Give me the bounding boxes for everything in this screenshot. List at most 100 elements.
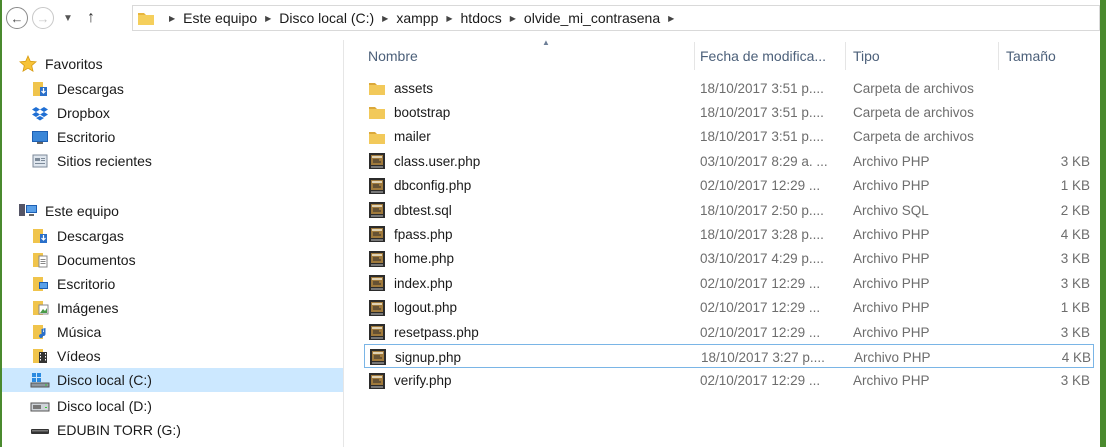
nav-este-equipo[interactable]: Este equipo	[18, 199, 340, 223]
column-header-name[interactable]: ▲ Nombre	[368, 38, 694, 72]
nav-pc-descargas[interactable]: Descargas	[30, 224, 340, 248]
file-name-cell[interactable]: bootstrap	[368, 100, 688, 124]
file-size: 3 KB	[1060, 324, 1090, 340]
table-row[interactable]: resetpass.php 02/10/2017 12:29 ... Archivo…	[364, 320, 1094, 344]
file-type: Archivo PHP	[853, 153, 930, 169]
address-bar[interactable]: ▶ Este equipo ▶ Disco local (C:) ▶ xampp ▶ htdo…	[132, 5, 1100, 31]
nav-favorites-escritorio[interactable]: Escritorio	[30, 125, 340, 149]
column-header-type[interactable]: Tipo	[853, 40, 993, 72]
file-date: 02/10/2017 12:29 ...	[700, 275, 821, 291]
php-file-icon	[369, 250, 385, 267]
breadcrumb-separator-icon[interactable]: ▶	[510, 14, 516, 23]
file-name-cell[interactable]: dbconfig.php	[368, 174, 688, 198]
file-name-cell[interactable]: verify.php	[368, 369, 688, 393]
table-row[interactable]: dbtest.sql 18/10/2017 2:50 p.... Archivo S…	[364, 198, 1094, 222]
breadcrumb-separator-icon[interactable]: ▶	[668, 14, 674, 23]
table-row[interactable]: home.php 03/10/2017 4:29 p.... Archivo PHP…	[364, 247, 1094, 271]
breadcrumb-segment[interactable]: ▶ htdocs	[438, 10, 501, 26]
breadcrumb-segment[interactable]: ▶ Este equipo	[161, 10, 257, 26]
table-row[interactable]: bootstrap 18/10/2017 3:51 p.... Carpeta de…	[364, 100, 1094, 124]
nav-favorites[interactable]: Favoritos	[18, 52, 340, 76]
nav-pc-escritorio[interactable]: Escritorio	[30, 272, 340, 296]
up-arrow-icon: ↑	[87, 9, 95, 26]
file-name: dbconfig.php	[394, 178, 472, 194]
file-name-cell[interactable]: fpass.php	[368, 222, 688, 246]
file-date: 02/10/2017 12:29 ...	[700, 178, 821, 194]
nav-pc-documentos[interactable]: Documentos	[30, 248, 340, 272]
column-header-date[interactable]: Fecha de modifica...	[700, 40, 844, 72]
file-name-cell[interactable]: index.php	[368, 271, 688, 295]
table-row[interactable]: index.php 02/10/2017 12:29 ... Archivo PHP…	[364, 271, 1094, 295]
window-edge	[1100, 40, 1106, 447]
nav-pc-disco-c[interactable]: Disco local (C:)	[2, 368, 343, 392]
forward-arrow-icon: →	[36, 10, 50, 26]
nav-pc-musica[interactable]: Música	[30, 320, 340, 344]
folder-icon	[138, 13, 154, 25]
file-size: 1 KB	[1060, 300, 1090, 316]
nav-favorites-dropbox[interactable]: Dropbox	[30, 101, 340, 125]
column-divider[interactable]	[998, 42, 999, 70]
back-button[interactable]: ←	[6, 7, 28, 29]
table-row[interactable]: dbconfig.php 02/10/2017 12:29 ... Archivo …	[364, 174, 1094, 198]
file-date: 02/10/2017 12:29 ...	[700, 373, 821, 389]
star-icon	[18, 55, 38, 73]
nav-item-label: Sitios recientes	[57, 153, 152, 169]
file-name: dbtest.sql	[394, 202, 452, 218]
file-name-cell[interactable]: resetpass.php	[368, 320, 688, 344]
nav-pc-edubin-g[interactable]: EDUBIN TORR (G:)	[30, 418, 340, 442]
table-row[interactable]: logout.php 02/10/2017 12:29 ... Archivo PH…	[364, 296, 1094, 320]
file-size	[1004, 100, 1090, 124]
breadcrumb-separator-icon[interactable]: ▶	[446, 14, 452, 23]
file-size	[1004, 76, 1090, 100]
table-row[interactable]: verify.php 02/10/2017 12:29 ... Archivo PH…	[364, 369, 1094, 393]
php-file-icon	[369, 153, 385, 170]
nav-favorites-descargas[interactable]: Descargas	[30, 77, 340, 101]
file-name-cell[interactable]: assets	[368, 76, 688, 100]
nav-item-label: Música	[57, 324, 102, 340]
column-header-size[interactable]: Tamaño	[1006, 40, 1096, 72]
desktop-icon	[30, 128, 50, 146]
file-type: Carpeta de archivos	[853, 104, 974, 120]
column-divider[interactable]	[694, 42, 695, 70]
file-date: 03/10/2017 8:29 a. ...	[700, 153, 828, 169]
file-name-cell[interactable]: logout.php	[368, 296, 688, 320]
file-type: Carpeta de archivos	[853, 80, 974, 96]
file-name-cell[interactable]: dbtest.sql	[368, 198, 688, 222]
breadcrumb-separator-icon[interactable]: ▶	[265, 14, 271, 23]
nav-pc-disco-d[interactable]: Disco local (D:)	[30, 394, 340, 418]
file-date: 18/10/2017 3:28 p....	[700, 226, 824, 242]
file-size: 1 KB	[1060, 178, 1090, 194]
column-divider[interactable]	[845, 42, 846, 70]
forward-button[interactable]: →	[32, 7, 54, 29]
breadcrumb-segment[interactable]: ▶ Disco local (C:)	[257, 10, 374, 26]
breadcrumb-separator-icon[interactable]: ▶	[382, 14, 388, 23]
up-button[interactable]: ↑	[82, 9, 100, 27]
table-row[interactable]: signup.php 18/10/2017 3:27 p.... Archivo P…	[364, 344, 1094, 369]
table-row[interactable]: assets 18/10/2017 3:51 p.... Carpeta de ar…	[364, 76, 1094, 100]
file-date: 02/10/2017 12:29 ...	[700, 324, 821, 340]
nav-pc-imagenes[interactable]: Imágenes	[30, 296, 340, 320]
file-name: assets	[394, 80, 434, 96]
file-size: 3 KB	[1060, 251, 1090, 267]
file-size: 4 KB	[1061, 349, 1091, 365]
nav-pc-videos[interactable]: Vídeos	[30, 344, 340, 368]
folder-icon	[369, 107, 385, 120]
breadcrumb-segment[interactable]: ▶ olvide_mi_contrasena	[502, 10, 660, 26]
recent-locations-button[interactable]: ▼	[60, 13, 76, 24]
desktop-folder-icon	[30, 275, 50, 293]
file-name-cell[interactable]: class.user.php	[368, 149, 688, 173]
navigation-pane: Favoritos Descargas Dropbox Escritorio S…	[2, 40, 344, 447]
file-name-cell[interactable]: signup.php	[369, 345, 689, 369]
table-row[interactable]: mailer 18/10/2017 3:51 p.... Carpeta de ar…	[364, 125, 1094, 149]
file-name: logout.php	[394, 300, 458, 316]
file-date: 18/10/2017 3:51 p....	[700, 80, 824, 96]
table-row[interactable]: fpass.php 18/10/2017 3:28 p.... Archivo PH…	[364, 222, 1094, 246]
breadcrumb-separator-icon[interactable]: ▶	[169, 14, 175, 23]
file-name-cell[interactable]: home.php	[368, 247, 688, 271]
table-row[interactable]: class.user.php 03/10/2017 8:29 a. ... Arch…	[364, 149, 1094, 173]
nav-item-label: Dropbox	[57, 105, 110, 121]
breadcrumb-segment[interactable]: ▶ xampp	[374, 10, 438, 26]
php-file-icon	[370, 349, 386, 366]
nav-favorites-sitios-recientes[interactable]: Sitios recientes	[30, 149, 340, 173]
file-name-cell[interactable]: mailer	[368, 125, 688, 149]
